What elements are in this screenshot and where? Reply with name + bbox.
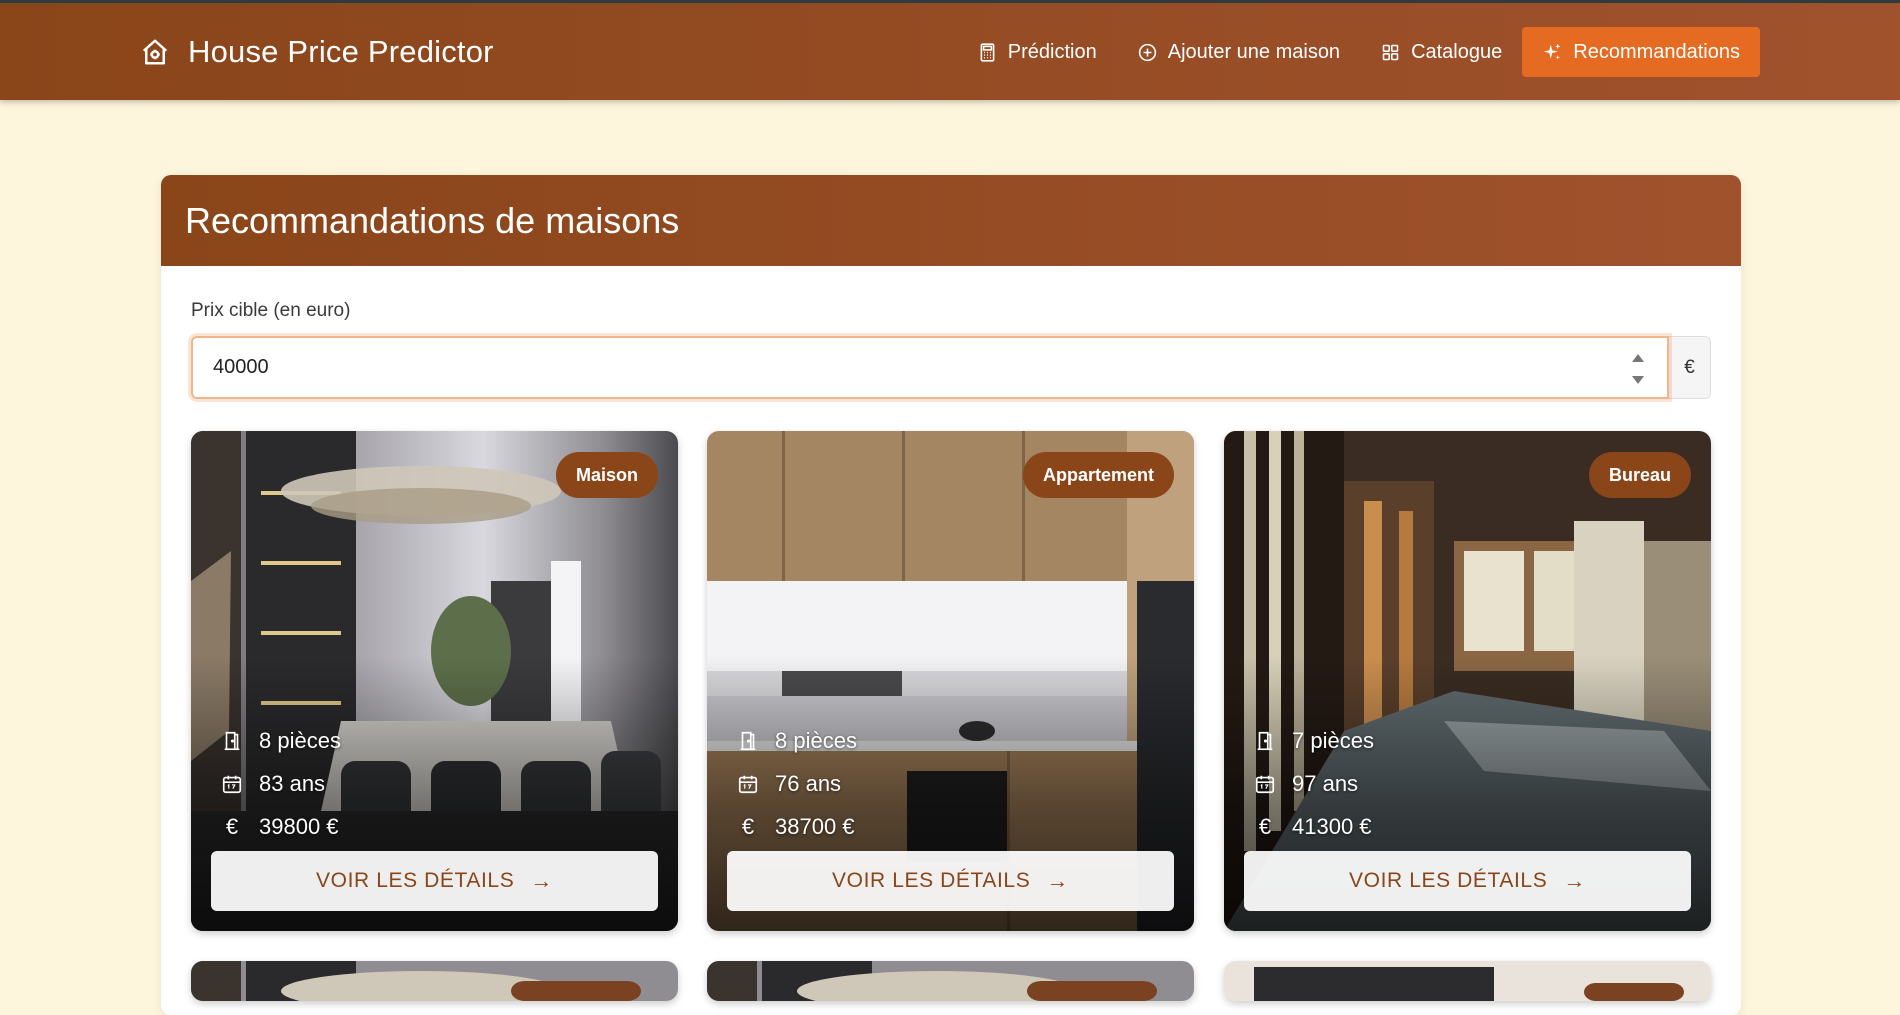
nav-catalogue-label: Catalogue xyxy=(1411,40,1503,63)
view-details-button[interactable]: VOIR LES DÉTAILS → xyxy=(727,851,1174,911)
house-card-partial[interactable] xyxy=(1224,961,1711,1001)
age-text: 83 ans xyxy=(259,771,326,796)
type-badge: Bureau xyxy=(1588,452,1691,498)
nav-catalogue[interactable]: Catalogue xyxy=(1360,27,1522,77)
age-row: 83 ans xyxy=(219,771,325,797)
price-label: Prix cible (en euro) xyxy=(191,300,351,321)
spin-up-icon[interactable] xyxy=(1632,354,1644,362)
nav-add-house[interactable]: Ajouter une maison xyxy=(1117,27,1360,77)
house-card[interactable]: Bureau 7 pièces 97 ans € 41300 € VOIR LE… xyxy=(1224,431,1711,931)
plus-circle-icon xyxy=(1138,43,1156,61)
nav-menu: Prédiction Ajouter une maison Catalogue … xyxy=(957,27,1760,77)
arrow-right-icon: → xyxy=(530,868,553,893)
spin-down-icon[interactable] xyxy=(1632,376,1644,384)
arrow-right-icon: → xyxy=(1046,868,1069,893)
house-card[interactable]: Appartement 8 pièces 76 ans € 38700 € VO… xyxy=(707,431,1194,931)
card-header: Recommandations de maisons xyxy=(161,175,1741,266)
type-badge: Appartement xyxy=(1022,452,1174,498)
house-card[interactable]: Maison 8 pièces 83 ans € 39800 € VOIR LE… xyxy=(191,431,678,931)
door-icon xyxy=(219,728,245,754)
house-photo xyxy=(707,961,1194,1001)
arrow-right-icon: → xyxy=(1563,868,1586,893)
euro-icon: € xyxy=(225,814,239,839)
rooms-row: 7 pièces xyxy=(1252,728,1374,754)
door-icon xyxy=(1252,728,1278,754)
rooms-text: 8 pièces xyxy=(259,728,341,753)
rooms-text: 8 pièces xyxy=(775,728,857,753)
sparkles-icon xyxy=(1544,43,1561,59)
price-row: € 41300 € xyxy=(1252,814,1372,840)
view-details-label: VOIR LES DÉTAILS xyxy=(316,869,515,892)
view-details-label: VOIR LES DÉTAILS xyxy=(1349,869,1548,892)
age-text: 76 ans xyxy=(775,771,842,796)
price-value: 40000 xyxy=(213,356,269,378)
price-text: 39800 € xyxy=(259,814,339,839)
calculator-icon xyxy=(980,42,995,62)
nav-add-house-label: Ajouter une maison xyxy=(1167,40,1341,63)
age-text: 97 ans xyxy=(1292,771,1359,796)
calendar-icon xyxy=(1252,771,1278,797)
age-row: 97 ans xyxy=(1252,771,1358,797)
door-icon xyxy=(735,728,761,754)
price-input[interactable]: 40000 xyxy=(191,336,1669,399)
price-text: 41300 € xyxy=(1292,814,1372,839)
brand-link[interactable]: House Price Predictor xyxy=(140,33,494,71)
nav-prediction[interactable]: Prédiction xyxy=(957,27,1117,77)
number-spinner[interactable] xyxy=(1631,354,1645,384)
house-card-partial[interactable] xyxy=(191,961,678,1001)
view-details-button[interactable]: VOIR LES DÉTAILS → xyxy=(1244,851,1691,911)
calendar-icon xyxy=(219,771,245,797)
price-text: 38700 € xyxy=(775,814,855,839)
rooms-text: 7 pièces xyxy=(1292,728,1374,753)
recommendations-card: Recommandations de maisons Prix cible (e… xyxy=(161,175,1741,1015)
house-gear-icon xyxy=(142,39,168,65)
price-input-group: 40000 € xyxy=(191,336,1711,399)
euro-icon: € xyxy=(1258,814,1272,839)
nav-prediction-label: Prédiction xyxy=(1007,40,1097,63)
view-details-label: VOIR LES DÉTAILS xyxy=(832,869,1031,892)
currency-addon: € xyxy=(1669,336,1711,399)
rooms-row: 8 pièces xyxy=(735,728,857,754)
nav-recommendations-label: Recommandations xyxy=(1573,40,1740,63)
age-row: 76 ans xyxy=(735,771,841,797)
view-details-button[interactable]: VOIR LES DÉTAILS → xyxy=(211,851,658,911)
nav-recommendations[interactable]: Recommandations xyxy=(1522,27,1760,77)
house-photo xyxy=(1224,961,1711,1001)
price-row: € 39800 € xyxy=(219,814,339,840)
type-badge: Maison xyxy=(555,452,658,498)
navbar: House Price Predictor Prédiction Ajouter… xyxy=(0,3,1900,100)
calendar-icon xyxy=(735,771,761,797)
grid-icon xyxy=(1382,44,1399,60)
rooms-row: 8 pièces xyxy=(219,728,341,754)
app-title: House Price Predictor xyxy=(188,34,494,69)
page-title: Recommandations de maisons xyxy=(185,199,680,241)
price-row: € 38700 € xyxy=(735,814,855,840)
euro-icon: € xyxy=(741,814,755,839)
house-card-partial[interactable] xyxy=(707,961,1194,1001)
house-photo xyxy=(191,961,678,1001)
